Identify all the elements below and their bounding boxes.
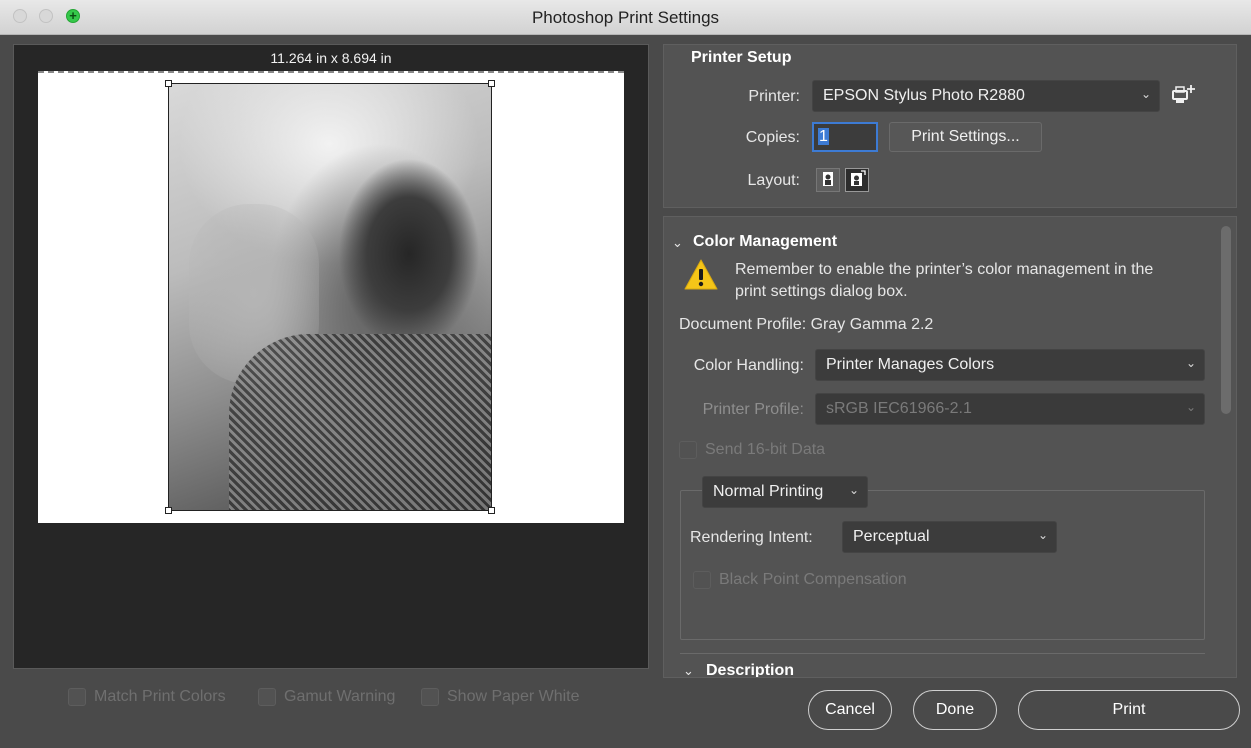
chevron-down-icon: ⌄ [1185, 356, 1196, 370]
printer-profile-value: sRGB IEC61966-2.1 [826, 400, 972, 417]
checkbox-label: Match Print Colors [94, 688, 226, 705]
resize-handle[interactable] [488, 507, 495, 514]
printing-options-group [680, 490, 1205, 640]
checkbox-icon [258, 688, 276, 706]
print-settings-button[interactable]: Print Settings... [889, 122, 1042, 152]
chevron-down-icon: ⌄ [1185, 400, 1196, 414]
chevron-down-icon: ⌄ [1037, 528, 1048, 542]
printing-mode-select[interactable]: Normal Printing ⌄ [702, 476, 868, 508]
checkbox-label: Black Point Compensation [719, 571, 907, 588]
checkbox-label: Send 16-bit Data [705, 441, 826, 458]
checkbox-label: Show Paper White [447, 688, 580, 705]
done-button[interactable]: Done [913, 690, 997, 730]
checkbox-icon [421, 688, 439, 706]
print-button[interactable]: Print [1018, 690, 1240, 730]
checkbox-icon [68, 688, 86, 706]
chevron-down-icon: ⌄ [848, 483, 859, 497]
rendering-intent-value: Perceptual [853, 528, 930, 545]
chevron-down-icon[interactable]: ⌄ [683, 663, 694, 679]
paper-size-label: 11.264 in x 8.694 in [270, 50, 392, 66]
color-handling-label: Color Handling: [693, 357, 804, 374]
cancel-button[interactable]: Cancel [808, 690, 892, 730]
printer-select-value: EPSON Stylus Photo R2880 [823, 87, 1025, 104]
color-management-warning: Remember to enable the printer’s color m… [735, 261, 1154, 300]
portrait-layout-button[interactable] [816, 168, 840, 192]
checkbox-icon [679, 441, 697, 459]
image-detail [229, 334, 491, 510]
title-bar: + Photoshop Print Settings [0, 0, 1251, 35]
resize-handle[interactable] [165, 507, 172, 514]
resize-handle[interactable] [488, 80, 495, 87]
checkbox-icon [693, 571, 711, 589]
resize-handle[interactable] [165, 80, 172, 87]
image-preview[interactable] [168, 83, 492, 511]
printer-setup-title: Printer Setup [691, 49, 792, 66]
document-profile: Document Profile: Gray Gamma 2.2 [679, 316, 934, 333]
scrollbar[interactable] [1221, 224, 1231, 676]
copies-value: 1 [818, 128, 829, 145]
landscape-layout-button[interactable] [845, 168, 869, 192]
show-paper-white-checkbox[interactable]: Show Paper White [421, 688, 580, 706]
chevron-down-icon: ⌄ [1140, 87, 1151, 101]
printer-label: Printer: [748, 88, 800, 105]
gamut-warning-checkbox[interactable]: Gamut Warning [258, 688, 395, 706]
send-16bit-checkbox: Send 16-bit Data [679, 441, 825, 459]
printer-profile-label: Printer Profile: [702, 401, 804, 418]
printer-select[interactable]: EPSON Stylus Photo R2880 ⌄ [812, 80, 1160, 112]
chevron-down-icon[interactable]: ⌄ [672, 235, 683, 251]
copies-label: Copies: [745, 129, 800, 146]
printer-profile-select: sRGB IEC61966-2.1 ⌄ [815, 393, 1205, 425]
rendering-intent-select[interactable]: Perceptual ⌄ [842, 521, 1057, 553]
color-handling-select[interactable]: Printer Manages Colors ⌄ [815, 349, 1205, 381]
description-title[interactable]: Description [706, 662, 794, 677]
black-point-compensation-checkbox: Black Point Compensation [693, 571, 907, 589]
printing-mode-value: Normal Printing [713, 483, 824, 500]
layout-label: Layout: [747, 172, 800, 189]
warning-icon [683, 258, 719, 292]
divider [680, 653, 1205, 654]
checkbox-label: Gamut Warning [284, 688, 396, 705]
scroll-thumb[interactable] [1221, 226, 1231, 414]
copies-input[interactable]: 1 [812, 122, 878, 152]
color-handling-value: Printer Manages Colors [826, 356, 995, 373]
add-printer-icon[interactable] [1170, 82, 1198, 108]
window-title: Photoshop Print Settings [531, 8, 720, 27]
match-print-colors-checkbox[interactable]: Match Print Colors [68, 688, 226, 706]
color-management-title[interactable]: Color Management [693, 233, 837, 251]
rendering-intent-label: Rendering Intent: [690, 529, 813, 546]
